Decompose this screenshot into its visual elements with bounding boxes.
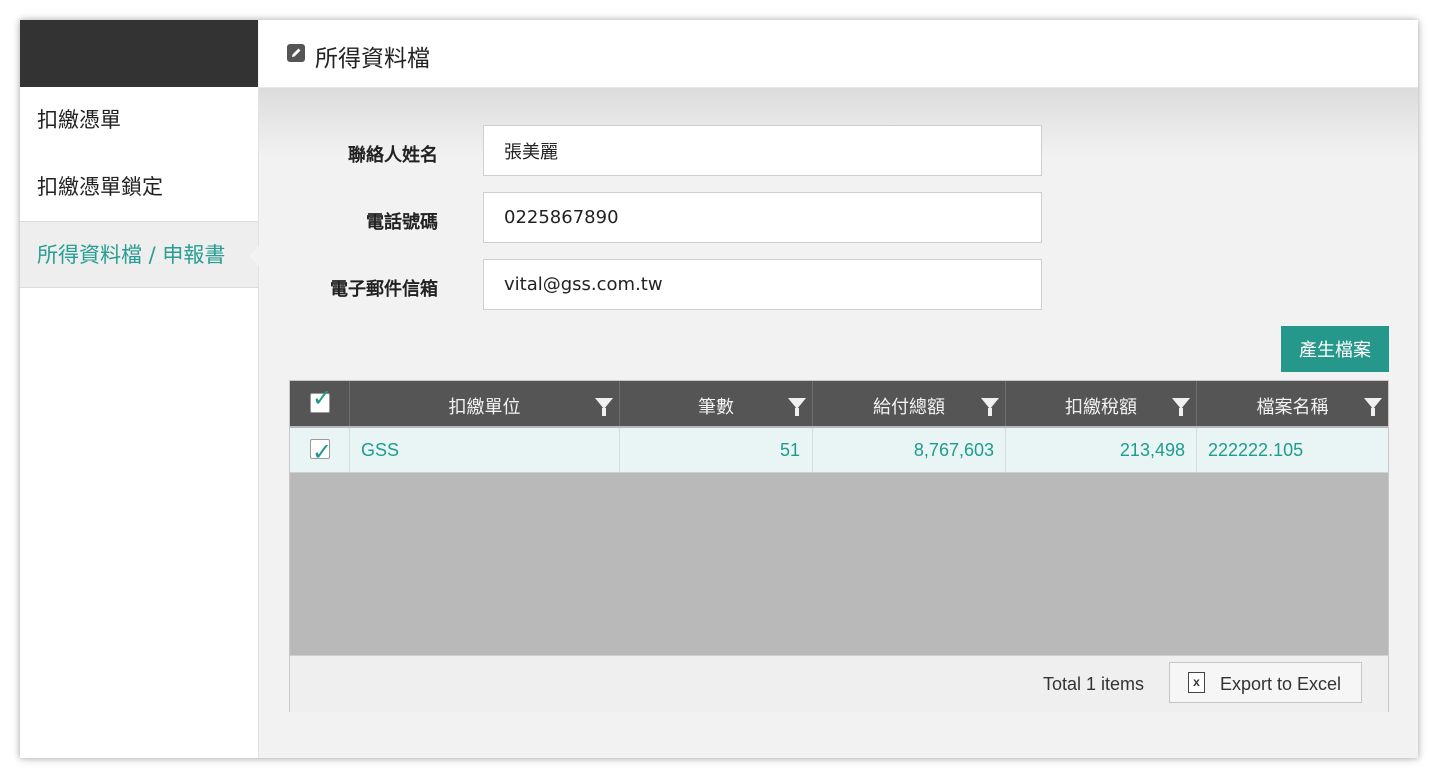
export-to-excel-button[interactable]: x Export to Excel	[1169, 662, 1362, 703]
filter-icon[interactable]	[1172, 398, 1190, 416]
sidebar: 扣繳憑單 扣繳憑單鎖定 所得資料檔 / 申報書	[20, 87, 259, 758]
column-header-unit[interactable]: 扣繳單位	[350, 381, 620, 426]
filter-icon[interactable]	[1364, 398, 1382, 416]
edit-icon	[287, 44, 305, 62]
column-header-label: 給付總額	[873, 397, 945, 418]
row-checkbox-cell: ✓	[290, 428, 350, 472]
cell-total-paid: 8,767,603	[813, 428, 1006, 472]
phone-input[interactable]	[483, 192, 1042, 243]
page-header: 所得資料檔	[259, 20, 1418, 88]
total-items-text: Total 1 items	[1042, 674, 1144, 694]
table-row[interactable]: ✓ GSS 51 8,767,603 213,498 222222.105	[290, 428, 1388, 473]
header-checkbox-cell: ✓	[290, 381, 350, 426]
cell-tax-withheld: 213,498	[1006, 428, 1197, 472]
export-label: Export to Excel	[1220, 674, 1342, 694]
select-all-checkbox[interactable]: ✓	[310, 384, 332, 413]
check-icon: ✓	[312, 438, 333, 466]
column-header-label: 扣繳稅額	[1065, 397, 1137, 418]
email-input[interactable]	[483, 259, 1042, 310]
grid-footer: Total 1 items x Export to Excel	[290, 655, 1388, 712]
column-header-count[interactable]: 筆數	[620, 381, 813, 426]
cell-file-name: 222222.105	[1208, 440, 1304, 460]
cell-unit: GSS	[350, 428, 620, 472]
sidebar-item-withholding-slip-lock[interactable]: 扣繳憑單鎖定	[20, 154, 258, 221]
column-header-label: 檔案名稱	[1256, 397, 1329, 418]
column-header-total-paid[interactable]: 給付總額	[813, 381, 1006, 426]
page-title: 所得資料檔	[315, 46, 430, 72]
phone-label: 電話號碼	[366, 212, 438, 233]
filter-icon[interactable]	[595, 398, 613, 416]
check-icon: ✓	[312, 384, 333, 412]
grid-header: ✓ 扣繳單位 筆數 給付總額 扣繳稅額 檔案名稱	[290, 381, 1388, 426]
row-checkbox[interactable]: ✓	[310, 438, 332, 466]
app-window: 扣繳憑單 扣繳憑單鎖定 所得資料檔 / 申報書 所得資料檔 聯絡人姓名 電話號碼…	[20, 20, 1418, 758]
column-header-label: 筆數	[698, 397, 734, 418]
sidebar-header	[20, 20, 258, 87]
contact-name-input[interactable]	[483, 125, 1042, 176]
contact-name-label: 聯絡人姓名	[348, 145, 438, 166]
filter-icon[interactable]	[981, 398, 999, 416]
data-grid: ✓ 扣繳單位 筆數 給付總額 扣繳稅額 檔案名稱 ✓ GSS 51 8,767,…	[289, 380, 1389, 712]
sidebar-item-withholding-slip[interactable]: 扣繳憑單	[20, 87, 258, 154]
filter-icon[interactable]	[788, 398, 806, 416]
column-header-label: 扣繳單位	[448, 397, 521, 418]
column-header-file-name[interactable]: 檔案名稱	[1197, 381, 1388, 426]
excel-file-icon: x	[1188, 672, 1205, 693]
email-label: 電子郵件信箱	[330, 279, 438, 300]
generate-file-button[interactable]: 產生檔案	[1281, 326, 1389, 372]
cell-count: 51	[620, 428, 813, 472]
sidebar-item-income-file[interactable]: 所得資料檔 / 申報書	[20, 221, 259, 288]
column-header-tax-withheld[interactable]: 扣繳稅額	[1006, 381, 1197, 426]
